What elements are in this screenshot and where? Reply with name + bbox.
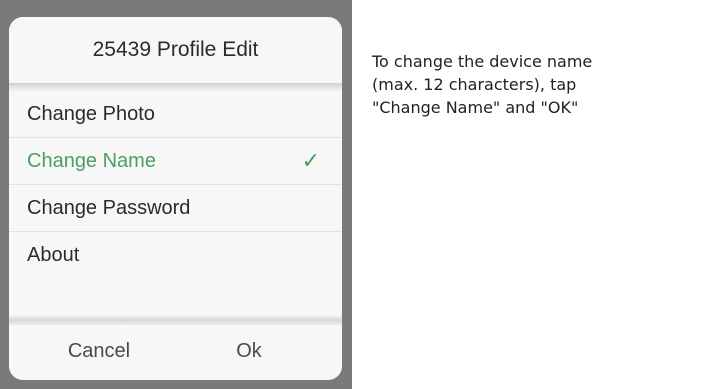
instruction-line: To change the device name [372, 52, 593, 71]
menu-item-label: About [27, 244, 80, 266]
instruction-line: (max. 12 characters), tap [372, 75, 577, 94]
menu-item-change-name[interactable]: Change Name ✓ [9, 138, 342, 185]
menu-item-label: Change Name [27, 150, 156, 172]
cancel-button[interactable]: Cancel [29, 325, 169, 380]
menu-item-label: Change Photo [27, 103, 155, 125]
instruction-line: "Change Name" and "OK" [372, 98, 579, 117]
ok-button[interactable]: Ok [179, 325, 319, 380]
dialog-title: 25439 Profile Edit [9, 17, 342, 83]
footer-divider [9, 315, 342, 325]
instruction-text: To change the device name (max. 12 chara… [372, 50, 702, 119]
profile-menu: Change Photo Change Name ✓ Change Passwo… [9, 91, 342, 279]
menu-item-label: Change Password [27, 197, 191, 219]
menu-item-change-password[interactable]: Change Password [9, 185, 342, 232]
dialog-footer: Cancel Ok [9, 325, 342, 380]
screen-backdrop: 25439 Profile Edit Change Photo Change N… [0, 0, 352, 389]
check-icon: ✓ [301, 148, 320, 173]
profile-edit-dialog: 25439 Profile Edit Change Photo Change N… [9, 17, 342, 380]
menu-item-change-photo[interactable]: Change Photo [9, 91, 342, 138]
menu-item-about[interactable]: About [9, 232, 342, 279]
